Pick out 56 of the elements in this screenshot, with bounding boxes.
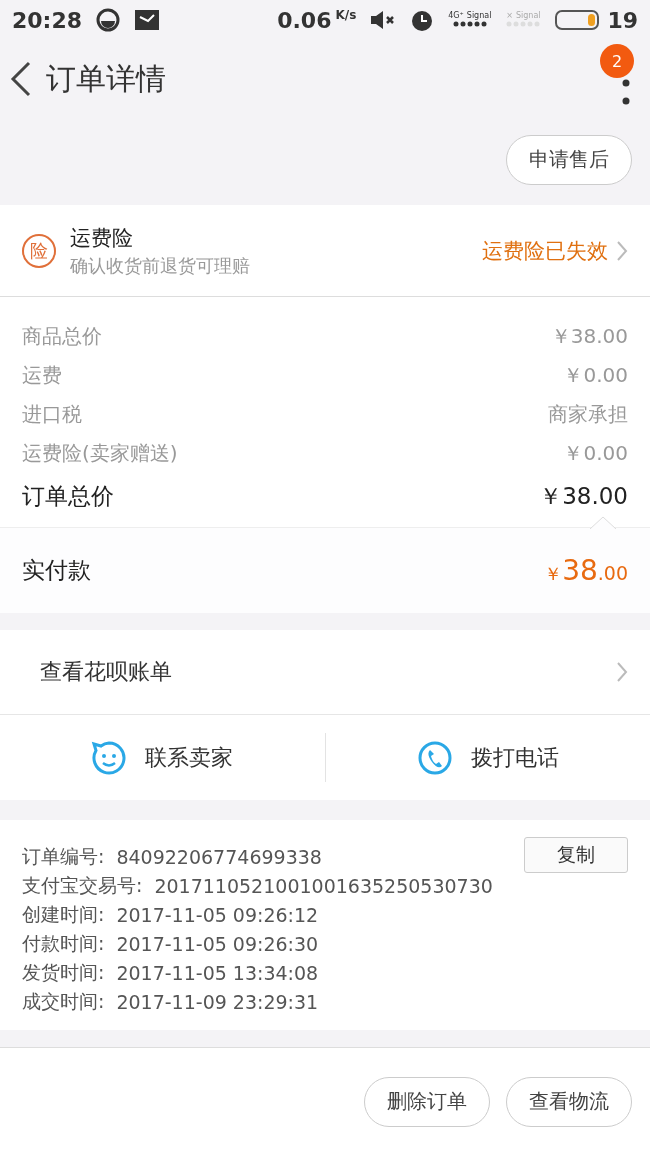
price-value: 商家承担 — [548, 401, 628, 428]
info-label: 付款时间: — [22, 930, 105, 956]
info-value: 84092206774699338 — [116, 845, 323, 868]
notification-badge: 2 — [600, 44, 634, 78]
alarm-clock-icon — [410, 8, 435, 32]
huabei-bill-row[interactable]: 查看花呗账单 — [0, 630, 650, 715]
info-value: 2017110521001001635250530730 — [154, 874, 494, 897]
price-value: ￥38.00 — [539, 481, 628, 511]
price-value: ￥0.00 — [563, 362, 628, 389]
info-value: 2017-11-05 13:34:08 — [116, 961, 320, 984]
info-label: 发货时间: — [22, 959, 105, 985]
battery-percent: 19 — [607, 7, 638, 33]
menu-icon[interactable] — [622, 79, 630, 107]
info-label: 支付宝交易号: — [22, 872, 143, 898]
network-speed: 0.06 — [277, 7, 332, 33]
back-icon[interactable] — [10, 61, 32, 97]
info-value: 2017-11-05 09:26:12 — [116, 903, 320, 926]
muted-speaker-icon — [370, 10, 397, 30]
price-label: 运费险(卖家赠送) — [22, 440, 178, 467]
price-label: 运费 — [22, 362, 62, 389]
no-sim-mark: × — [506, 11, 513, 20]
paid-amount: ￥38.00 — [544, 554, 628, 587]
order-action-button[interactable]: 删除订单 — [364, 1076, 490, 1127]
price-label: 商品总价 — [22, 323, 102, 350]
insurance-title: 运费险 — [70, 224, 134, 252]
chat-face-icon — [91, 739, 128, 776]
signal-label: Signal — [515, 11, 541, 20]
info-value: 2017-11-09 23:29:31 — [116, 990, 320, 1013]
order-action-button[interactable]: 查看物流 — [506, 1076, 632, 1127]
info-label: 订单编号: — [22, 843, 105, 869]
phone-icon — [416, 739, 453, 776]
chevron-right-icon — [616, 661, 628, 683]
battery-icon — [555, 10, 600, 30]
info-label: 成交时间: — [22, 988, 105, 1014]
insurance-subtitle: 确认收货前退货可理赔 — [70, 253, 251, 278]
paid-label: 实付款 — [22, 556, 91, 585]
signal-icon — [505, 20, 542, 29]
image-notification-icon — [134, 9, 161, 31]
price-label: 进口税 — [22, 401, 82, 428]
clock-time: 20:28 — [12, 7, 83, 33]
info-label: 创建时间: — [22, 901, 105, 927]
signal-label: Signal — [466, 11, 492, 20]
price-label: 订单总价 — [22, 481, 114, 511]
speed-unit: K/s — [335, 8, 357, 22]
info-value: 2017-11-05 09:26:30 — [116, 932, 320, 955]
copy-button[interactable]: 复制 — [524, 836, 628, 873]
network-type: 4G⁺ — [448, 11, 464, 20]
chevron-right-icon — [616, 239, 628, 262]
insurance-icon: 险 — [22, 233, 56, 268]
price-value: ￥38.00 — [550, 323, 628, 350]
signal-icon — [451, 20, 488, 29]
after-sale-button[interactable]: 申请售后 — [506, 134, 632, 185]
huabei-label: 查看花呗账单 — [40, 658, 173, 686]
face-circle-icon — [96, 8, 121, 32]
page-title: 订单详情 — [46, 59, 166, 98]
price-value: ￥0.00 — [563, 440, 628, 467]
